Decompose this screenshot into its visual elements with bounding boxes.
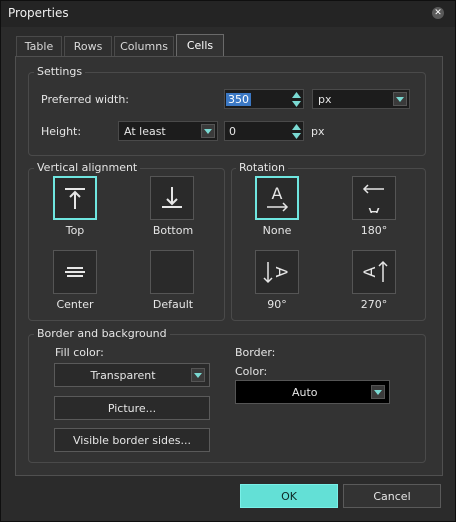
- cancel-button[interactable]: Cancel: [343, 484, 441, 508]
- align-bottom-button[interactable]: [150, 176, 194, 220]
- tab-table[interactable]: Table: [16, 36, 62, 56]
- spin-down-icon[interactable]: [289, 131, 303, 140]
- window-title: Properties: [8, 6, 69, 20]
- align-top-button[interactable]: [53, 176, 97, 220]
- settings-group: [28, 72, 426, 156]
- align-default-button[interactable]: [150, 250, 194, 294]
- align-center-button[interactable]: [53, 250, 97, 294]
- fill-color-label: Fill color:: [55, 346, 104, 359]
- svg-text:A: A: [272, 267, 291, 278]
- preferred-width-spinner[interactable]: [289, 90, 303, 108]
- height-unit-label: px: [311, 125, 325, 138]
- rotation-none-label: None: [262, 224, 292, 237]
- border-color-label: Color:: [235, 365, 268, 378]
- rotation-90-icon: A: [263, 262, 291, 284]
- spin-up-icon[interactable]: [289, 122, 303, 131]
- align-center-label: Center: [56, 298, 94, 311]
- tab-rows[interactable]: Rows: [64, 36, 112, 56]
- chevron-down-icon[interactable]: [191, 368, 205, 382]
- border-color-value: Auto: [292, 386, 318, 399]
- vertical-alignment-label: Vertical alignment: [34, 161, 141, 174]
- height-label: Height:: [41, 125, 82, 138]
- settings-group-label: Settings: [34, 65, 86, 78]
- border-color-select[interactable]: Auto: [235, 380, 390, 404]
- align-bottom-label: Bottom: [152, 224, 194, 237]
- fill-color-value: Transparent: [90, 368, 156, 382]
- chevron-down-icon[interactable]: [393, 92, 407, 106]
- border-background-label: Border and background: [34, 327, 170, 340]
- preferred-width-label: Preferred width:: [41, 93, 130, 106]
- rotation-none-icon: A: [267, 184, 289, 212]
- height-spinner[interactable]: [289, 122, 303, 140]
- rotation-180-icon: A: [362, 184, 384, 213]
- align-default-label: Default: [152, 298, 194, 311]
- height-input[interactable]: 0: [224, 121, 304, 141]
- width-unit-value: px: [318, 93, 332, 106]
- height-mode-value: At least: [124, 125, 166, 138]
- rotation-270-icon: A: [360, 260, 388, 282]
- width-unit-select[interactable]: px: [312, 89, 410, 109]
- height-mode-select[interactable]: At least: [118, 121, 218, 141]
- align-center-icon: [65, 267, 85, 277]
- align-top-label: Top: [65, 224, 85, 237]
- spin-up-icon[interactable]: [289, 90, 303, 99]
- visible-border-sides-button[interactable]: Visible border sides...: [54, 428, 210, 452]
- close-icon[interactable]: ✕: [432, 7, 444, 19]
- rotation-90-button[interactable]: A: [255, 250, 299, 294]
- tab-cells[interactable]: Cells: [176, 34, 224, 56]
- svg-text:A: A: [360, 266, 379, 277]
- rotation-270-label: 270°: [360, 298, 388, 311]
- rotation-180-button[interactable]: A: [352, 176, 396, 220]
- ok-button[interactable]: OK: [240, 484, 338, 508]
- preferred-width-input[interactable]: 350: [224, 89, 304, 109]
- tab-columns[interactable]: Columns: [114, 36, 174, 56]
- height-value: 0: [229, 124, 236, 138]
- chevron-down-icon[interactable]: [201, 124, 215, 138]
- rotation-180-label: 180°: [360, 224, 388, 237]
- picture-button[interactable]: Picture...: [54, 396, 210, 420]
- align-bottom-icon: [162, 187, 182, 208]
- rotation-270-button[interactable]: A: [352, 250, 396, 294]
- preferred-width-value: 350: [226, 92, 251, 106]
- title-bar: [1, 1, 455, 27]
- align-top-icon: [65, 188, 85, 209]
- rotation-label: Rotation: [236, 161, 289, 174]
- border-label: Border:: [235, 346, 276, 359]
- fill-color-select[interactable]: Transparent: [54, 363, 210, 387]
- rotation-90-label: 90°: [267, 298, 287, 311]
- spin-down-icon[interactable]: [289, 99, 303, 108]
- svg-text:A: A: [368, 204, 379, 213]
- svg-text:A: A: [272, 184, 283, 203]
- rotation-none-button[interactable]: A: [255, 176, 299, 220]
- chevron-down-icon[interactable]: [371, 385, 385, 399]
